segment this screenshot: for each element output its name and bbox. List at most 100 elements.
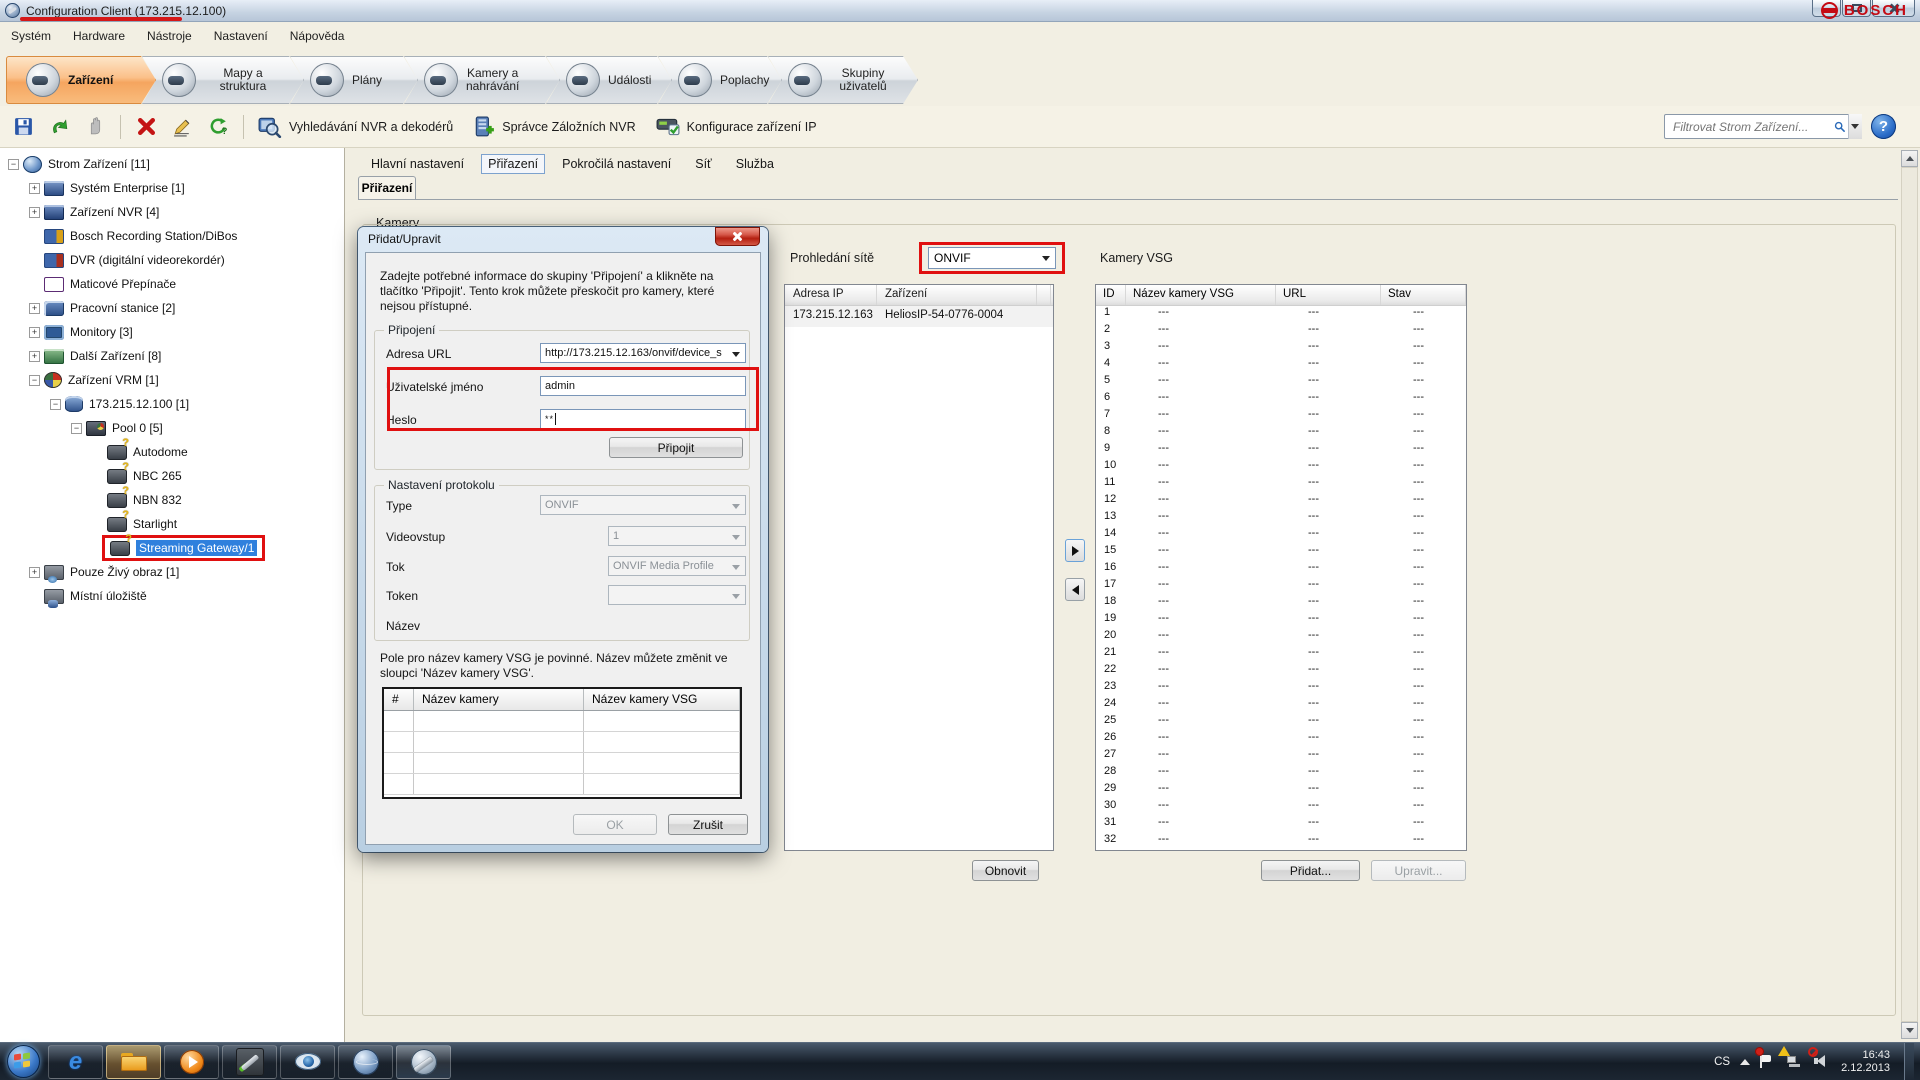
dialog-camera-table[interactable]: #Název kameryNázev kamery VSG — [382, 687, 742, 799]
vsg-row[interactable]: 28--------- — [1096, 765, 1466, 782]
taskbar-viewer-button[interactable] — [280, 1045, 335, 1079]
vsg-row[interactable]: 31--------- — [1096, 816, 1466, 833]
vsg-row[interactable]: 2--------- — [1096, 323, 1466, 340]
column-header-za-zen[interactable]: Zařízení — [877, 285, 1037, 305]
vsg-row[interactable]: 1--------- — [1096, 306, 1466, 323]
ribbon-tab-ud-losti[interactable]: Události — [546, 56, 672, 104]
ribbon-tab-skupiny-u-ivatel[interactable]: Skupiny uživatelů — [768, 56, 918, 104]
vsg-row[interactable]: 21--------- — [1096, 646, 1466, 663]
tree-expander[interactable]: + — [29, 327, 40, 338]
vsg-row[interactable]: 16--------- — [1096, 561, 1466, 578]
vsg-row[interactable]: 26--------- — [1096, 731, 1466, 748]
filter-input[interactable] — [1665, 120, 1834, 134]
tree-item-bosch-recording-station-dibos[interactable]: Bosch Recording Station/DiBos — [0, 224, 344, 248]
tree-item-dvr-digit-ln-videorekord-r[interactable]: DVR (digitální videorekordér) — [0, 248, 344, 272]
dialog-close-button[interactable] — [715, 227, 760, 246]
reload-button[interactable]: ? — [203, 113, 233, 141]
dialog-table-row[interactable] — [384, 711, 740, 732]
tree-item-pouze-iv-obraz-1[interactable]: +Pouze Živý obraz [1] — [0, 560, 344, 584]
help-button[interactable]: ? — [1871, 114, 1896, 139]
refresh-button[interactable]: Obnovit — [972, 860, 1039, 881]
taskbar-sphere-app-button[interactable] — [338, 1045, 393, 1079]
vsg-row[interactable]: 8--------- — [1096, 425, 1466, 442]
delete-button[interactable] — [131, 113, 161, 141]
assign-right-button[interactable] — [1065, 539, 1085, 562]
vsg-row[interactable]: 17--------- — [1096, 578, 1466, 595]
vsg-row[interactable]: 32--------- — [1096, 833, 1466, 850]
url-combo[interactable]: http://173.215.12.163/onvif/device_s — [540, 343, 746, 363]
menu-item-nastaven[interactable]: Nastavení — [203, 25, 279, 47]
clock[interactable]: 16:432.12.2013 — [1841, 1049, 1890, 1075]
tree-item-dal-za-zen-8[interactable]: +Další Zařízení [8] — [0, 344, 344, 368]
tree-item-m-stn-lo-i-t[interactable]: Místní úložiště — [0, 584, 344, 608]
nvr-scan-button[interactable]: Vyhledávání NVR a dekodérů — [254, 113, 463, 141]
tree-expander[interactable]: − — [71, 423, 82, 434]
tree-item-nbc-265[interactable]: NBC 265 — [0, 464, 344, 488]
dialog-table-row[interactable] — [384, 753, 740, 774]
nav-tab-pokro-il-nastaven[interactable]: Pokročilá nastavení — [555, 154, 678, 174]
vsg-row[interactable]: 11--------- — [1096, 476, 1466, 493]
tree-expander[interactable]: − — [29, 375, 40, 386]
undo-button[interactable] — [44, 113, 74, 141]
column-header-id[interactable]: ID — [1096, 285, 1126, 305]
vsg-row[interactable]: 22--------- — [1096, 663, 1466, 680]
vsg-row[interactable]: 7--------- — [1096, 408, 1466, 425]
ip-config-button[interactable]: Konfigurace zařízení IP — [652, 113, 827, 141]
vsg-row[interactable]: 15--------- — [1096, 544, 1466, 561]
edit-button[interactable] — [167, 113, 197, 141]
vsg-row[interactable]: 30--------- — [1096, 799, 1466, 816]
vsg-row[interactable]: 6--------- — [1096, 391, 1466, 408]
vsg-row[interactable]: 23--------- — [1096, 680, 1466, 697]
vsg-row[interactable]: 4--------- — [1096, 357, 1466, 374]
tree-expander[interactable]: + — [29, 351, 40, 362]
discovered-device-row[interactable]: 173.215.12.163HeliosIP-54-0776-0004 — [785, 306, 1053, 327]
tree-expander[interactable]: + — [29, 567, 40, 578]
filter-dropdown-button[interactable] — [1848, 114, 1862, 139]
scroll-up-button[interactable] — [1901, 150, 1918, 167]
taskbar-explorer-button[interactable] — [106, 1045, 161, 1079]
add-button[interactable]: Přidat... — [1261, 860, 1360, 881]
tree-item-starlight[interactable]: Starlight — [0, 512, 344, 536]
taskbar-mediaplayer-button[interactable] — [164, 1045, 219, 1079]
ribbon-tab-pl-ny[interactable]: Plány — [290, 56, 418, 104]
tree-item-173-215-12-100-1[interactable]: −173.215.12.100 [1] — [0, 392, 344, 416]
action-center-icon[interactable] — [1760, 1054, 1777, 1071]
tree-item-strom-za-zen-11[interactable]: −Strom Zařízení [11] — [0, 152, 344, 176]
tree-item-za-zen-nvr-4[interactable]: +Zařízení NVR [4] — [0, 200, 344, 224]
cancel-button[interactable]: Zrušit — [668, 814, 748, 835]
taskbar-ie-button[interactable]: e — [48, 1045, 103, 1079]
start-button[interactable] — [7, 1045, 40, 1078]
tree-item-nbn-832[interactable]: NBN 832 — [0, 488, 344, 512]
dialog-table-row[interactable] — [384, 774, 740, 795]
vsg-row[interactable]: 9--------- — [1096, 442, 1466, 459]
menu-item-hardware[interactable]: Hardware — [62, 25, 136, 47]
taskbar-config-client-button[interactable] — [396, 1045, 451, 1079]
vsg-row[interactable]: 10--------- — [1096, 459, 1466, 476]
ribbon-tab-za-zen[interactable]: Zařízení — [6, 56, 156, 104]
tree-item-pracovn-stanice-2[interactable]: +Pracovní stanice [2] — [0, 296, 344, 320]
taskbar-tool-button[interactable] — [222, 1045, 277, 1079]
tree-expander[interactable]: + — [29, 303, 40, 314]
vsg-row[interactable]: 27--------- — [1096, 748, 1466, 765]
connect-button[interactable]: Připojit — [609, 437, 743, 458]
ribbon-tab-kamery-a-nahr-v-n[interactable]: Kamery a nahrávání — [404, 56, 560, 104]
tree-item-autodome[interactable]: Autodome — [0, 440, 344, 464]
vsg-row[interactable]: 19--------- — [1096, 612, 1466, 629]
scroll-down-button[interactable] — [1901, 1022, 1918, 1039]
tree-expander[interactable]: − — [50, 399, 61, 410]
tree-expander[interactable]: + — [29, 207, 40, 218]
vsg-row[interactable]: 14--------- — [1096, 527, 1466, 544]
discovered-devices-list[interactable]: Adresa IPZařízení173.215.12.163HeliosIP-… — [784, 284, 1054, 851]
ok-button[interactable]: OK — [573, 814, 657, 835]
nav-tab-slu-ba[interactable]: Služba — [729, 154, 781, 174]
field-combo-tok[interactable]: ONVIF Media Profile — [608, 556, 746, 576]
vsg-row[interactable]: 18--------- — [1096, 595, 1466, 612]
column-header-stav[interactable]: Stav — [1381, 285, 1466, 305]
column-header-adresa-ip[interactable]: Adresa IP — [785, 285, 877, 305]
show-desktop-button[interactable] — [1904, 1043, 1914, 1080]
assign-left-button[interactable] — [1065, 578, 1085, 601]
pan-button[interactable] — [80, 113, 110, 141]
tree-expander[interactable]: − — [8, 159, 19, 170]
menu-item-syst-m[interactable]: Systém — [0, 25, 62, 47]
vsg-row[interactable]: 20--------- — [1096, 629, 1466, 646]
